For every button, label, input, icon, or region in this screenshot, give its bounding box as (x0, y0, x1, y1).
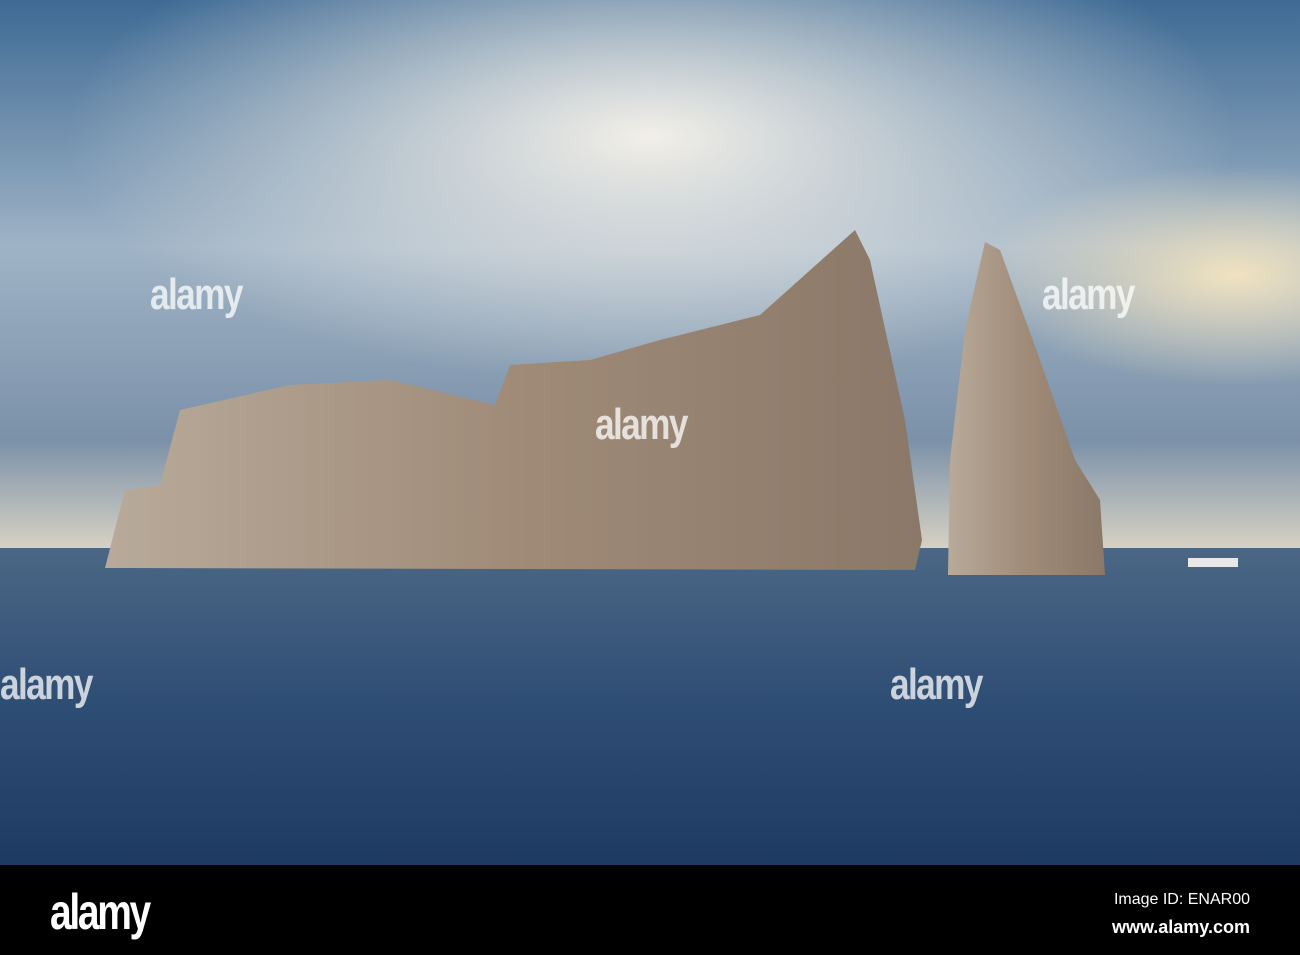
alamy-logo: alamy (50, 884, 151, 940)
watermark: alamy (595, 400, 688, 449)
footer-bar: alamy Image ID: ENAR00 www.alamy.com (0, 865, 1300, 955)
photo-kicker-rock: alamy alamy alamy alamy alamy (0, 0, 1300, 865)
watermark: alamy (890, 660, 983, 709)
watermark: alamy (1042, 270, 1135, 319)
watermark: alamy (150, 270, 243, 319)
watermark: alamy (0, 660, 93, 709)
image-id: Image ID: ENAR00 (1113, 891, 1250, 908)
site-url: www.alamy.com (1111, 917, 1250, 937)
